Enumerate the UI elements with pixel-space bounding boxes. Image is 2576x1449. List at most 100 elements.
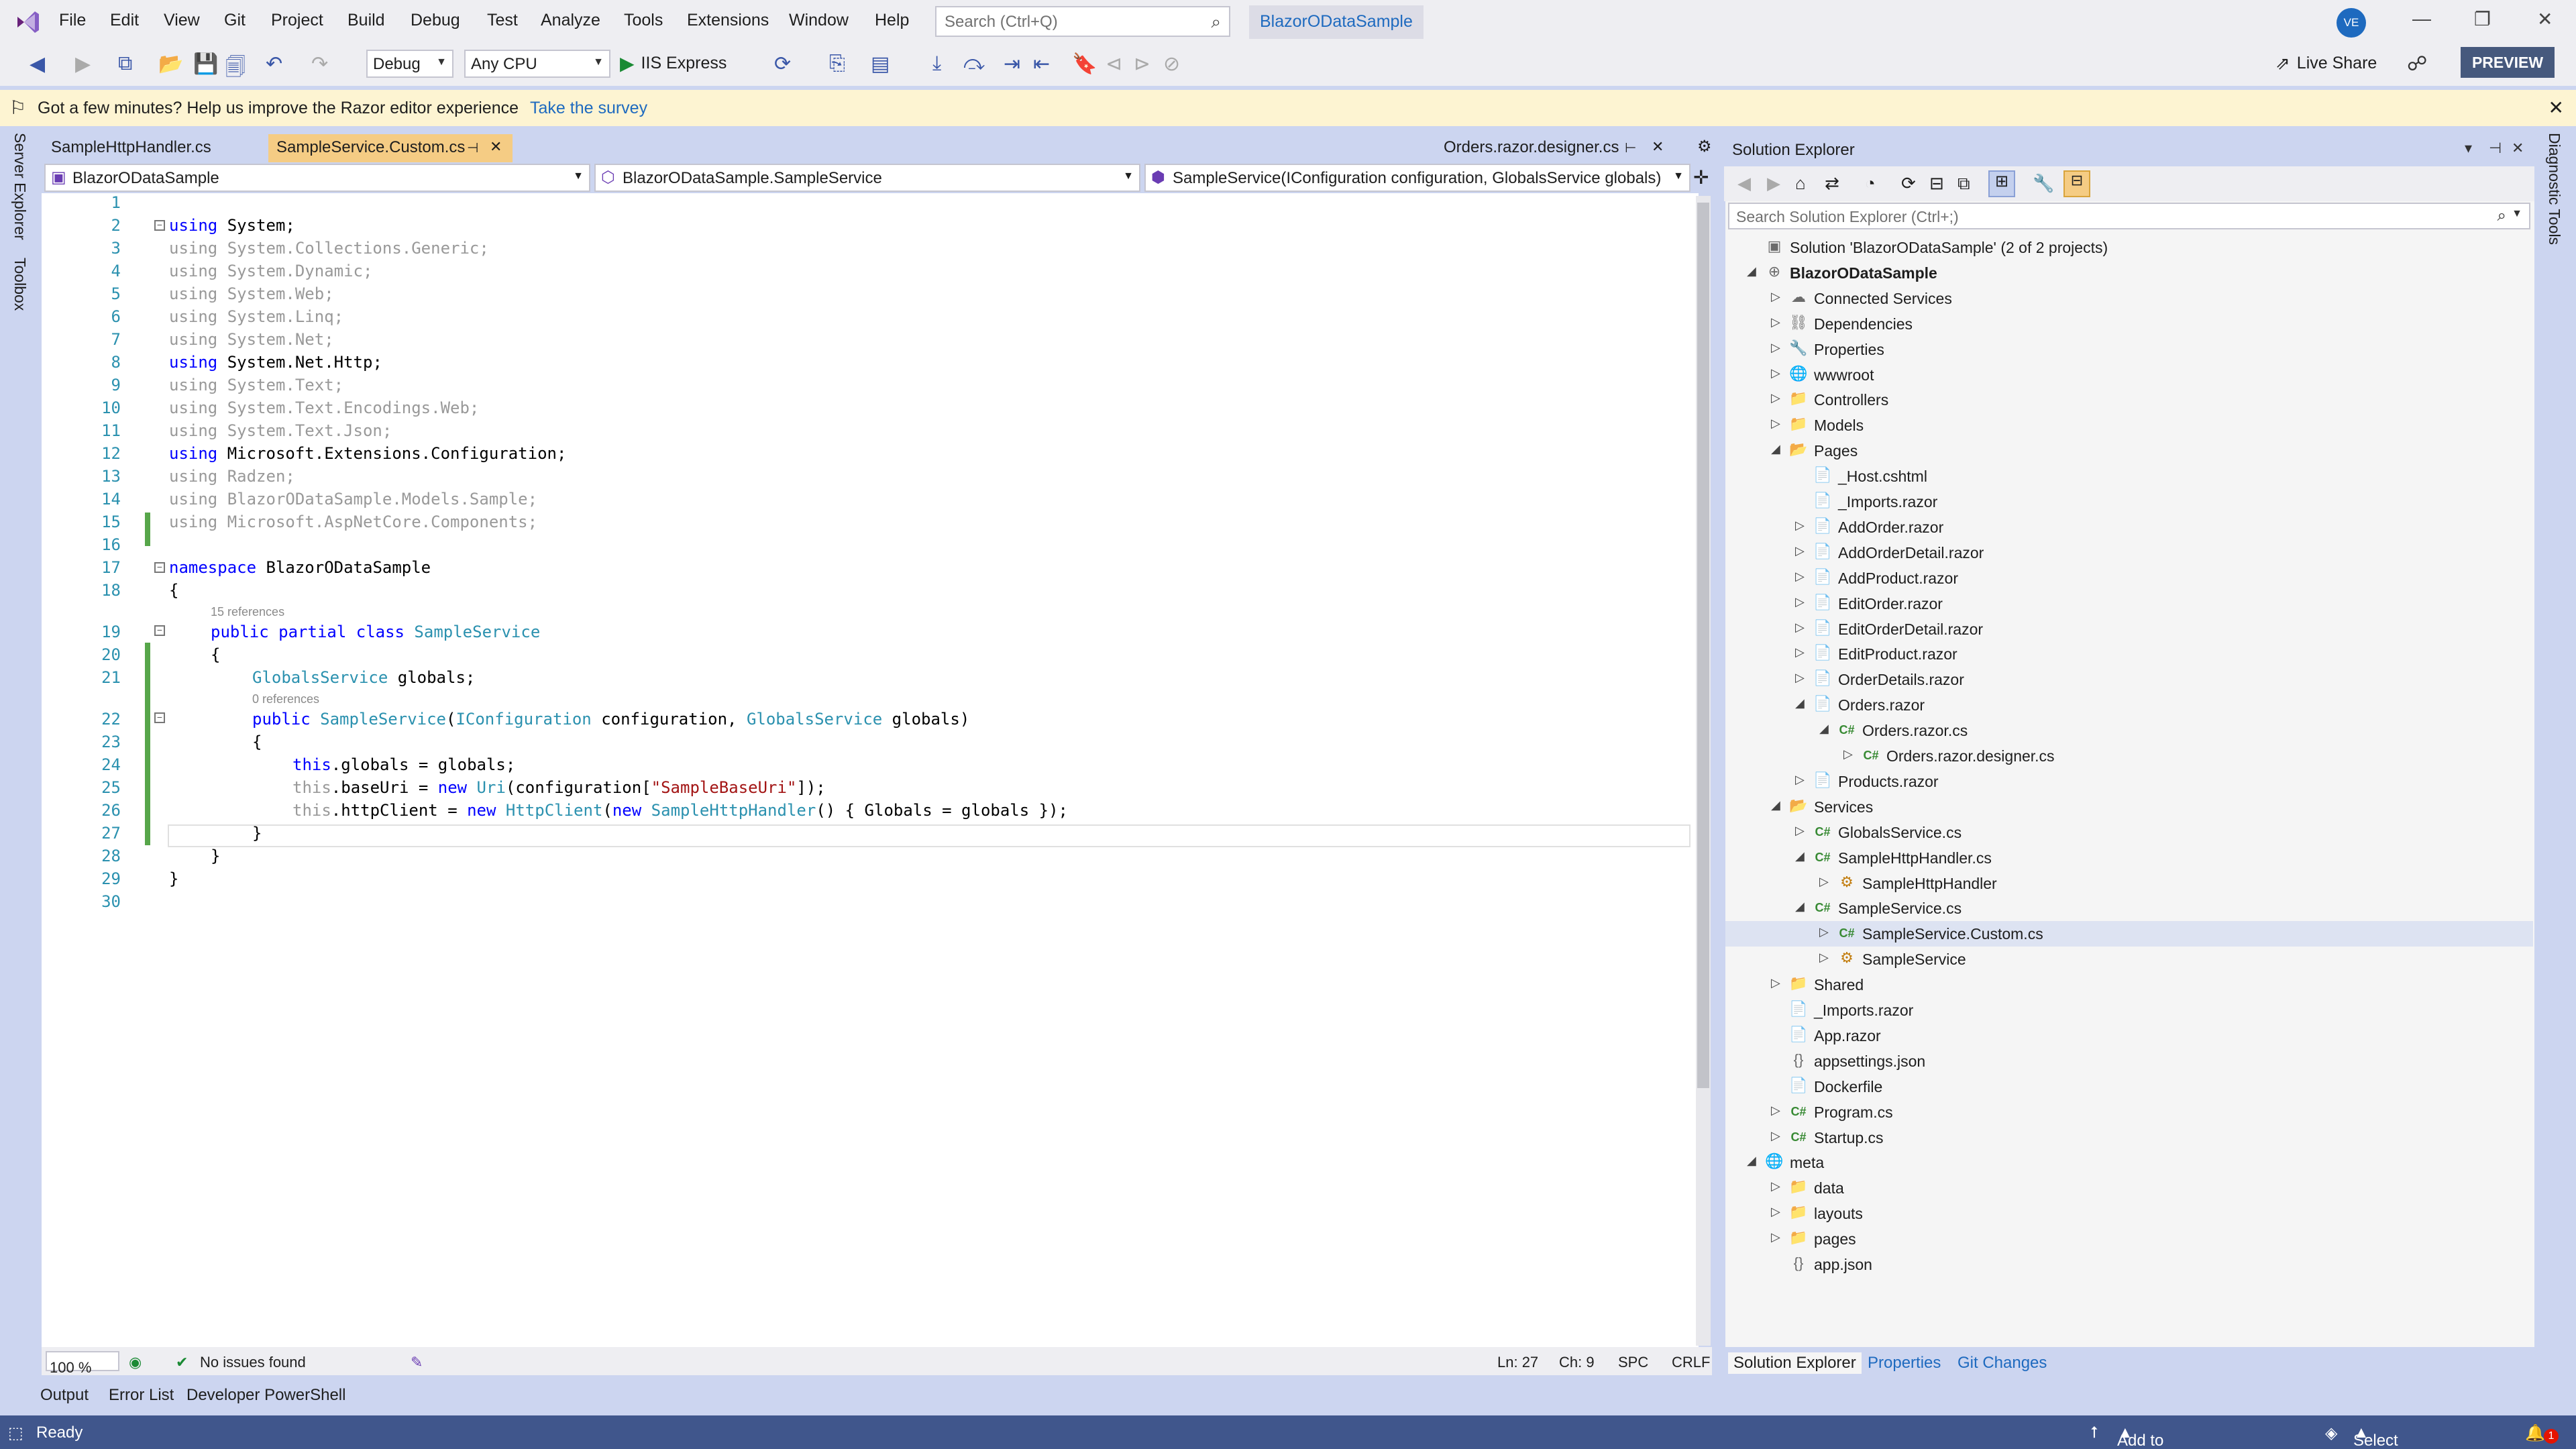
- expand-arrow-icon[interactable]: ◢: [1819, 722, 1834, 736]
- tree-item[interactable]: {} appsettings.json: [1725, 1049, 2533, 1074]
- expand-arrow-icon[interactable]: ▷: [1843, 747, 1858, 761]
- expand-arrow-icon[interactable]: ▷: [1795, 595, 1810, 609]
- menu-edit[interactable]: Edit: [110, 11, 139, 30]
- menu-git[interactable]: Git: [224, 11, 246, 30]
- account-avatar[interactable]: VE: [2337, 8, 2366, 38]
- expand-arrow-icon[interactable]: ▷: [1771, 1230, 1786, 1244]
- navigate-forward-icon[interactable]: ▶: [75, 52, 91, 76]
- tree-item[interactable]: ◢ C# Orders.razor.cs: [1725, 718, 2533, 743]
- menu-debug[interactable]: Debug: [411, 11, 460, 30]
- expand-arrow-icon[interactable]: ◢: [1795, 900, 1810, 914]
- menu-help[interactable]: Help: [875, 11, 909, 30]
- refresh-icon[interactable]: ⟳: [774, 52, 791, 76]
- tab-sampleservice-custom[interactable]: SampleService.Custom.cs ⊣ ✕: [268, 134, 513, 162]
- collapse-icon[interactable]: −: [154, 712, 165, 723]
- save-icon[interactable]: 💾: [193, 52, 218, 76]
- expand-arrow-icon[interactable]: ▷: [1819, 925, 1834, 939]
- server-explorer-tab[interactable]: Server Explorer: [11, 133, 29, 240]
- step-into-icon[interactable]: ⤓: [932, 52, 941, 75]
- home-icon[interactable]: ⌂: [1795, 173, 1806, 194]
- codelens-references[interactable]: 0 references: [252, 692, 319, 706]
- minimize-icon[interactable]: —: [2412, 8, 2431, 30]
- feedback-icon[interactable]: ☍: [2407, 52, 2427, 76]
- expand-arrow-icon[interactable]: ▷: [1795, 824, 1810, 838]
- tree-item[interactable]: 📄 Dockerfile: [1725, 1074, 2533, 1099]
- pin-icon[interactable]: ⊣: [467, 140, 478, 156]
- take-survey-link[interactable]: Take the survey: [530, 99, 647, 118]
- sync-icon[interactable]: ⟳: [1901, 173, 1916, 194]
- cleanup-brush-icon[interactable]: ✎: [411, 1354, 423, 1371]
- menu-view[interactable]: View: [164, 11, 200, 30]
- editor-vertical-scrollbar[interactable]: [1696, 196, 1711, 1346]
- scrollbar-thumb[interactable]: [1697, 203, 1709, 1088]
- expand-arrow-icon[interactable]: ▷: [1795, 645, 1810, 659]
- tree-item[interactable]: ▷ 📄 EditProduct.razor: [1725, 641, 2533, 667]
- menu-window[interactable]: Window: [789, 11, 849, 30]
- layout-icon[interactable]: ▤: [871, 52, 890, 76]
- tree-item[interactable]: ▷ C# Program.cs: [1725, 1099, 2533, 1125]
- back-icon[interactable]: ◀: [1737, 173, 1751, 194]
- menu-analyze[interactable]: Analyze: [541, 11, 600, 30]
- tree-item[interactable]: ▷ C# Startup.cs: [1725, 1125, 2533, 1150]
- solution-configuration-select[interactable]: Debug ▼: [366, 50, 453, 78]
- settings-gear-icon[interactable]: ⚙: [1697, 137, 1712, 156]
- tree-item[interactable]: ▷ ⛓ Dependencies: [1725, 311, 2533, 337]
- tree-item[interactable]: ▷ ☁ Connected Services: [1725, 286, 2533, 311]
- tab-solution-explorer[interactable]: Solution Explorer: [1728, 1352, 1862, 1374]
- tree-item[interactable]: ▷ 📄 AddOrder.razor: [1725, 515, 2533, 540]
- expand-arrow-icon[interactable]: ▷: [1795, 671, 1810, 685]
- menu-build[interactable]: Build: [347, 11, 385, 30]
- close-tab-icon[interactable]: ✕: [1652, 138, 1664, 156]
- tree-item[interactable]: ▷ 📄 EditOrder.razor: [1725, 591, 2533, 616]
- collapse-icon[interactable]: −: [154, 625, 165, 636]
- member-navigation-select[interactable]: ⬢ SampleService(IConfiguration configura…: [1144, 164, 1690, 192]
- tree-item[interactable]: ▷ ⚙ SampleHttpHandler: [1725, 871, 2533, 896]
- tree-item[interactable]: ▷ 📁 Models: [1725, 413, 2533, 438]
- redo-icon[interactable]: ↷: [311, 52, 328, 76]
- prev-bookmark-icon[interactable]: ⊲: [1106, 52, 1122, 76]
- preview-badge[interactable]: PREVIEW: [2461, 47, 2555, 78]
- project-navigation-select[interactable]: ▣ BlazorODataSample ▼: [44, 164, 590, 192]
- tree-item[interactable]: ◢ 📄 Orders.razor: [1725, 692, 2533, 718]
- expand-arrow-icon[interactable]: ▷: [1771, 1205, 1786, 1219]
- intellicode-icon[interactable]: ◉: [129, 1354, 142, 1371]
- split-editor-icon[interactable]: ✛: [1693, 166, 1709, 189]
- pin-icon[interactable]: ⊢: [1625, 140, 1636, 156]
- expand-arrow-icon[interactable]: ◢: [1771, 798, 1786, 812]
- tree-item[interactable]: ▷ 📄 EditOrderDetail.razor: [1725, 616, 2533, 642]
- codelens-references[interactable]: 15 references: [211, 605, 284, 619]
- tree-item[interactable]: ▷ 📁 pages: [1725, 1226, 2533, 1252]
- bookmark-icon[interactable]: 🔖: [1072, 52, 1097, 76]
- tab-error-list[interactable]: Error List: [109, 1386, 174, 1405]
- clear-bookmarks-icon[interactable]: ⊘: [1163, 52, 1180, 76]
- forward-icon[interactable]: ▶: [1767, 173, 1780, 194]
- properties-wrench-icon[interactable]: 🔧: [2033, 173, 2054, 194]
- tree-item[interactable]: ▷ 🌐 wwwroot: [1725, 362, 2533, 388]
- close-infobar-icon[interactable]: ✕: [2548, 97, 2564, 119]
- solution-explorer-search-input[interactable]: Search Solution Explorer (Ctrl+;) ⌕ ▼: [1728, 203, 2530, 229]
- tree-item[interactable]: 📄 _Imports.razor: [1725, 998, 2533, 1023]
- menu-tools[interactable]: Tools: [624, 11, 663, 30]
- expand-arrow-icon[interactable]: ▷: [1771, 1129, 1786, 1143]
- tree-item[interactable]: ▷ 📁 Controllers: [1725, 387, 2533, 413]
- switch-views-icon[interactable]: ⇄: [1825, 173, 1839, 194]
- close-tab-icon[interactable]: ✕: [490, 138, 502, 156]
- expand-arrow-icon[interactable]: ▷: [1795, 621, 1810, 635]
- expand-arrow-icon[interactable]: ▷: [1771, 1179, 1786, 1193]
- menu-test[interactable]: Test: [487, 11, 518, 30]
- tree-item[interactable]: ▷ 📄 AddOrderDetail.razor: [1725, 540, 2533, 566]
- expand-arrow-icon[interactable]: ▷: [1771, 391, 1786, 405]
- navigate-back-icon[interactable]: ◀: [30, 52, 45, 76]
- tree-item[interactable]: ▷ 🔧 Properties: [1725, 337, 2533, 362]
- toolbox-tab[interactable]: Toolbox: [11, 258, 29, 311]
- live-share-button[interactable]: ⇗ Live Share: [2275, 53, 2377, 74]
- expand-arrow-icon[interactable]: ▷: [1771, 417, 1786, 431]
- tree-item[interactable]: ◢ 🌐 meta: [1725, 1150, 2533, 1175]
- pin-panel-icon[interactable]: ⊣: [2489, 140, 2502, 157]
- line-ending-indicator[interactable]: CRLF: [1672, 1354, 1710, 1371]
- tree-item[interactable]: ▷ 📁 data: [1725, 1175, 2533, 1201]
- tree-item[interactable]: ▷ C# Orders.razor.designer.cs: [1725, 743, 2533, 769]
- select-repository-button[interactable]: Select Repository ▲: [2353, 1424, 2398, 1449]
- preview-selected-items-icon[interactable]: ⊟: [2063, 170, 2090, 197]
- pending-changes-filter-icon[interactable]: ◔: [1865, 173, 1876, 194]
